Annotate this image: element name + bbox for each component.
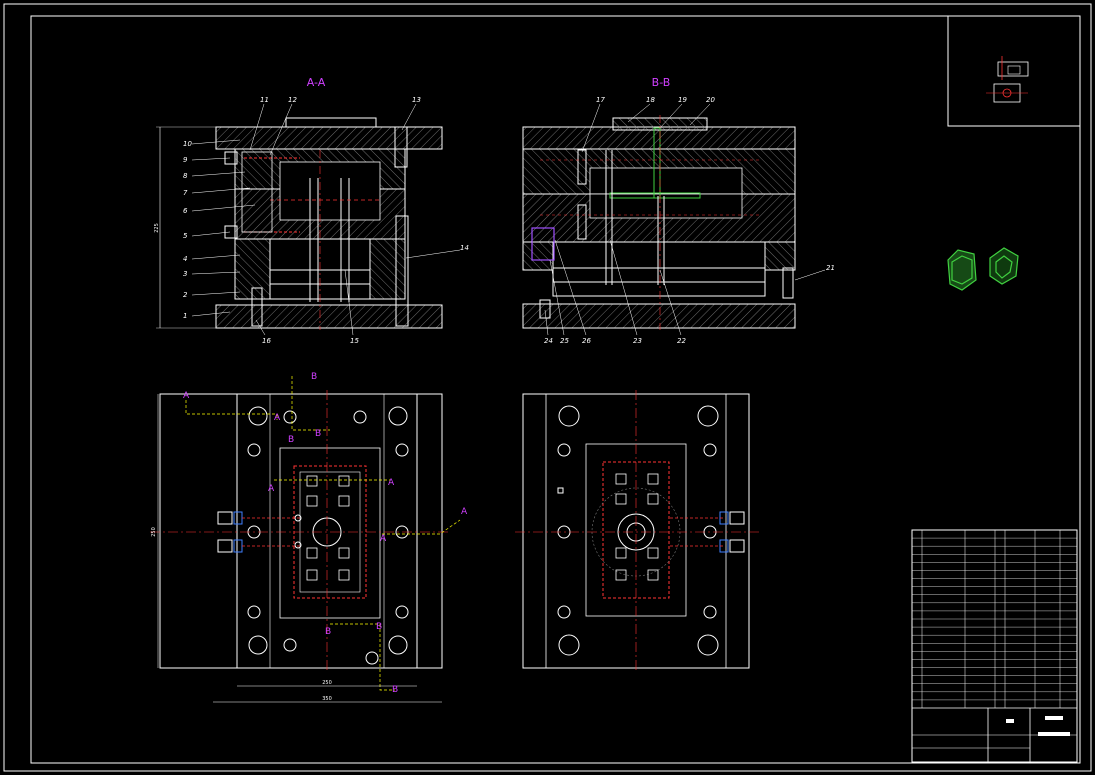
key-view xyxy=(947,15,1081,127)
bb-top-labels: 17 18 19 20 xyxy=(596,96,715,104)
cut-marker-a: A xyxy=(380,534,387,544)
part-label: 7 xyxy=(183,189,188,197)
part-label: 11 xyxy=(260,96,269,104)
part-label: 8 xyxy=(183,172,188,180)
outer-border xyxy=(3,3,1092,772)
part-label: 19 xyxy=(678,96,687,104)
part-label: 3 xyxy=(183,270,187,278)
cut-marker-b: B xyxy=(392,685,398,695)
dim-plan-inner: 250 xyxy=(322,680,332,686)
part-label: 22 xyxy=(677,337,686,345)
drawing-sheet: A-A 225 10 9 8 7 6 5 4 3 2 1 11 12 13 14… xyxy=(3,3,1092,772)
part-label: 16 xyxy=(262,337,271,345)
aa-top-labels: 11 12 13 xyxy=(260,96,421,104)
part-label: 5 xyxy=(183,232,188,240)
view-label-aa: A-A xyxy=(307,76,326,89)
part-label: 18 xyxy=(646,96,655,104)
cut-marker-a: A xyxy=(274,413,281,423)
cut-marker-b: B xyxy=(288,435,294,445)
title-block xyxy=(911,529,1078,763)
dim-plan-outer: 350 xyxy=(322,696,332,702)
view-label-bb: B-B xyxy=(652,76,671,89)
part-label: 25 xyxy=(560,337,569,345)
part-label: 17 xyxy=(596,96,605,104)
cut-marker-b: B xyxy=(325,627,331,637)
plan-view-moving: 250 350 250 xyxy=(150,376,461,703)
dim-aa-height: 225 xyxy=(154,223,160,233)
part-label: 15 xyxy=(350,337,359,345)
part-label: 12 xyxy=(288,96,297,104)
part-label: 26 xyxy=(582,337,591,345)
plan-view-fixed xyxy=(515,390,760,672)
section-bb xyxy=(522,115,796,330)
part-label: 24 xyxy=(544,337,553,345)
cut-marker-b: B xyxy=(315,429,321,439)
section-aa: 225 xyxy=(154,117,443,330)
part-label: 4 xyxy=(183,255,187,263)
cut-marker-b: B xyxy=(376,622,382,632)
part-label: 13 xyxy=(412,96,421,104)
aa-left-labels: 10 9 8 7 6 5 4 3 2 1 xyxy=(183,140,192,320)
part-label: 23 xyxy=(633,337,642,345)
part-label: 9 xyxy=(183,156,188,164)
part-label: 21 xyxy=(826,264,835,272)
cut-marker-a: A xyxy=(183,391,190,401)
part-label: 14 xyxy=(460,244,469,252)
part-label: 2 xyxy=(183,291,188,299)
part-label: 20 xyxy=(706,96,715,104)
part-label: 1 xyxy=(183,312,187,320)
part-3d-preview xyxy=(947,247,1019,291)
cut-marker-a: A xyxy=(268,484,275,494)
cut-markers: A B A B B A A A A B B B xyxy=(183,372,468,695)
dim-plan-height: 250 xyxy=(151,527,157,537)
cut-marker-a: A xyxy=(388,478,395,488)
part-label: 6 xyxy=(183,207,188,215)
cut-marker-b: B xyxy=(311,372,317,382)
bb-bottom-labels: 24 25 26 23 22 xyxy=(544,337,686,345)
part-label: 10 xyxy=(183,140,192,148)
cut-marker-a: A xyxy=(461,507,468,517)
